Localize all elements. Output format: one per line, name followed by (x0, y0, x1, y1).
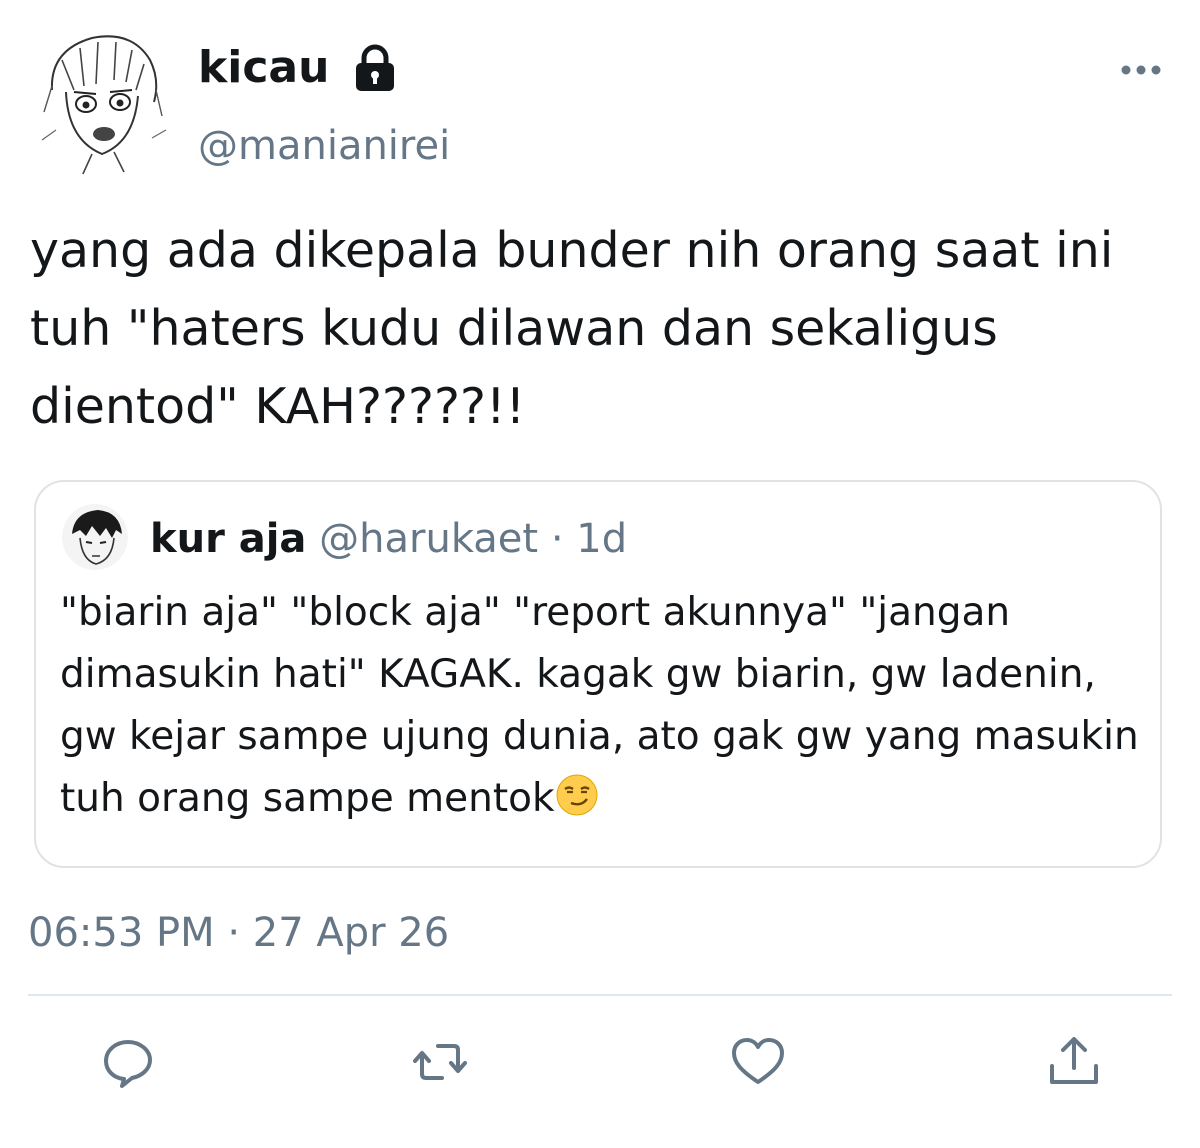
lock-icon (353, 44, 397, 92)
like-icon[interactable] (730, 1034, 786, 1090)
action-bar-divider (28, 994, 1172, 996)
tweet-time: 06:53 PM (28, 910, 215, 956)
tweet-timestamp[interactable]: 06:53 PM · 27 Apr 26 (28, 904, 449, 962)
quoted-tweet-header: kur aja @harukaet · 1d (150, 512, 627, 566)
author-display-name-row: kicau (198, 38, 397, 98)
quoted-tweet-card[interactable]: kur aja @harukaet · 1d "biarin aja" "blo… (34, 480, 1162, 868)
quoted-tweet-text: "biarin aja" "block aja" "report akunnya… (60, 590, 1152, 821)
quoted-author-handle: @harukaet (319, 516, 539, 562)
author-avatar[interactable] (22, 20, 178, 176)
smirking-face-emoji (555, 773, 599, 817)
author-handle[interactable]: @manianirei (198, 118, 450, 174)
quoted-tweet-text-block: "biarin aja" "block aja" "report akunnya… (60, 582, 1140, 830)
quoted-separator: · (550, 516, 564, 562)
quoted-author-name: kur aja (150, 516, 307, 562)
reply-icon[interactable] (100, 1034, 156, 1090)
tweet-date: 27 Apr 26 (252, 910, 450, 956)
quoted-time-ago: 1d (576, 516, 628, 562)
tweet-text: yang ada dikepala bunder nih orang saat … (30, 222, 1129, 435)
author-display-name[interactable]: kicau (198, 38, 329, 98)
retweet-icon[interactable] (412, 1034, 468, 1090)
more-options-icon[interactable] (1118, 56, 1164, 84)
quoted-author-avatar (62, 504, 128, 570)
share-icon[interactable] (1046, 1034, 1102, 1090)
timestamp-separator: · (227, 910, 241, 956)
